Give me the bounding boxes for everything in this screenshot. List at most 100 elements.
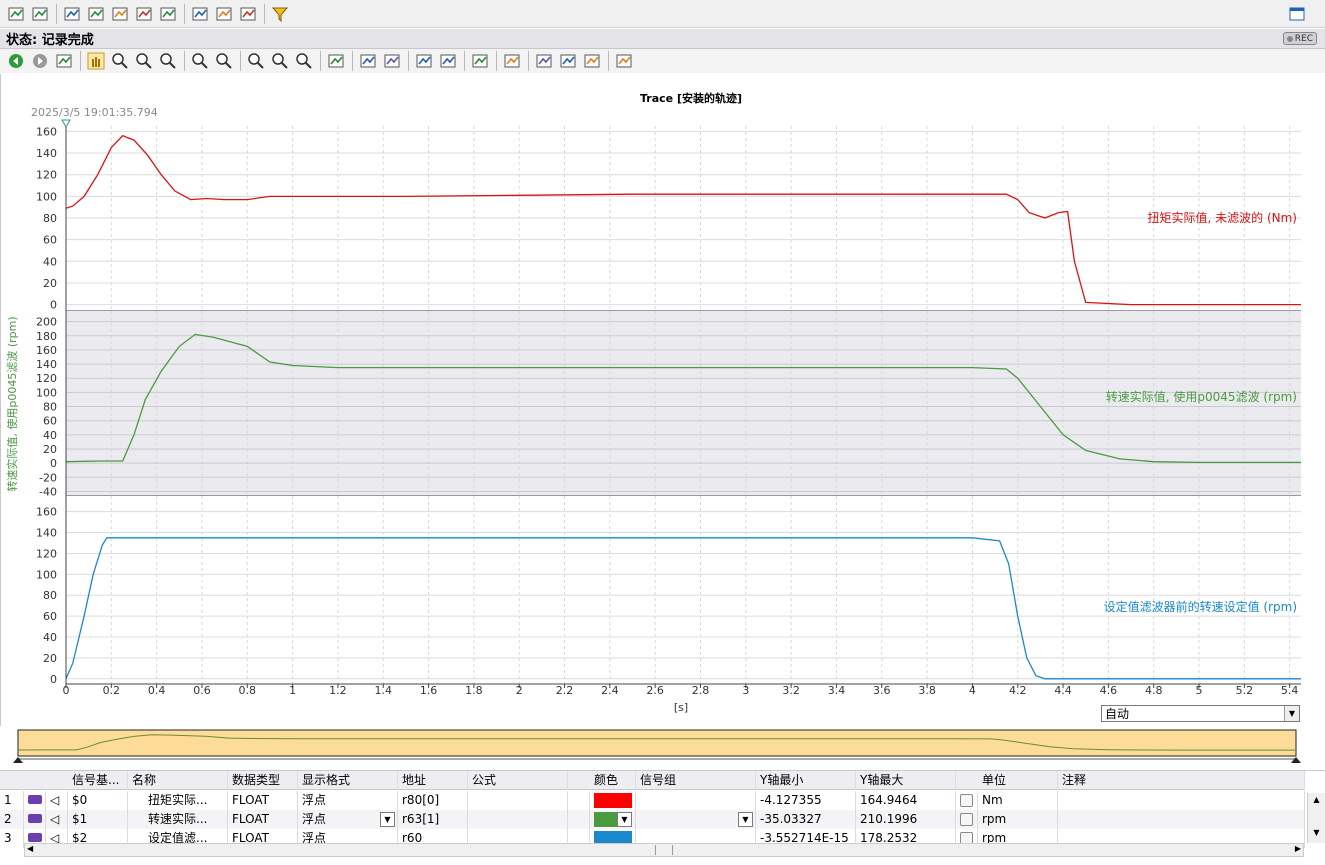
column-header[interactable]: Y轴最小	[756, 771, 856, 790]
zoom-fit-icon[interactable]	[246, 51, 266, 71]
show-trace-icon[interactable]	[62, 4, 82, 24]
address[interactable]: r80[0]	[398, 791, 468, 810]
color-swatch[interactable]	[590, 791, 636, 810]
scroll-up-icon[interactable]: ▲	[1310, 795, 1323, 808]
export-trace-icon[interactable]	[30, 4, 50, 24]
history-icon[interactable]	[54, 51, 74, 71]
measure-cursor-icon[interactable]	[382, 51, 402, 71]
trigger-marker[interactable]	[61, 119, 71, 129]
group-dropdown-icon[interactable]: ▼	[738, 812, 753, 827]
zoom-vertical-icon[interactable]	[158, 51, 178, 71]
y-fit-checkbox[interactable]	[956, 810, 978, 829]
save-measurement-icon[interactable]	[110, 4, 130, 24]
formula-edit[interactable]	[568, 791, 590, 810]
comment[interactable]	[1058, 791, 1305, 810]
align-left-icon[interactable]	[558, 51, 578, 71]
speaker-icon[interactable]: ◁	[46, 791, 68, 810]
column-header[interactable]: 颜色	[590, 771, 636, 790]
column-header[interactable]: 注释	[1058, 771, 1305, 790]
row-index[interactable]: 2	[0, 810, 24, 829]
scroll-left-icon[interactable]: ◀	[27, 844, 33, 853]
zoom-y-icon[interactable]	[270, 51, 290, 71]
column-header[interactable]: 公式	[468, 771, 568, 790]
overview-window[interactable]	[17, 729, 1297, 757]
scroll-down-icon[interactable]: ▼	[1310, 828, 1323, 841]
format-dropdown-icon[interactable]: ▼	[380, 812, 395, 827]
formula[interactable]	[468, 810, 568, 829]
unit[interactable]: rpm	[978, 810, 1058, 829]
display-format[interactable]: 浮点	[298, 791, 398, 810]
column-header[interactable]: 地址	[398, 771, 468, 790]
table-vertical-scrollbar[interactable]: ▲ ▼	[1307, 793, 1325, 843]
column-header[interactable]: 名称	[128, 771, 228, 790]
trace-chart-svg[interactable]: 2025/3/5 19:01:35.794Trace [安装的轨迹]020406…	[1, 74, 1325, 726]
chevron-down-icon[interactable]: ▼	[1284, 706, 1299, 721]
table-row[interactable]: 1 ◁ $0 扭矩实际... FLOAT 浮点 r80[0] -4.127355 164.946…	[0, 791, 1305, 810]
formula-edit[interactable]	[568, 810, 590, 829]
signal-icon[interactable]	[24, 791, 46, 810]
back-icon[interactable]	[6, 51, 26, 71]
list-icon[interactable]	[534, 51, 554, 71]
zoom-area-icon[interactable]	[110, 51, 130, 71]
export-data-icon[interactable]	[614, 51, 634, 71]
overview-left-handle[interactable]	[13, 757, 23, 763]
horizontal-cursor-icon[interactable]	[470, 51, 490, 71]
data-type[interactable]: FLOAT	[228, 791, 298, 810]
data-type[interactable]: FLOAT	[228, 810, 298, 829]
record-trace-icon[interactable]	[86, 4, 106, 24]
pan-icon[interactable]	[86, 51, 106, 71]
signal-id[interactable]: $0	[68, 791, 128, 810]
color-dropdown-icon[interactable]: ▼	[617, 812, 632, 827]
time-scale-select[interactable]: 自动 ▼	[1101, 705, 1300, 722]
speaker-icon[interactable]: ◁	[46, 810, 68, 829]
upload-icon[interactable]	[214, 4, 234, 24]
add-measurement-icon[interactable]	[190, 4, 210, 24]
comment[interactable]	[1058, 810, 1305, 829]
delete-measurement-icon[interactable]	[134, 4, 154, 24]
stacked-view-icon[interactable]	[326, 51, 346, 71]
column-header[interactable]: 信号组	[636, 771, 756, 790]
zoom-x-icon[interactable]	[294, 51, 314, 71]
column-header[interactable]: 显示格式	[298, 771, 398, 790]
column-header[interactable]: Y轴最大	[856, 771, 956, 790]
align-right-icon[interactable]	[582, 51, 602, 71]
column-header[interactable]: 信号基...	[68, 771, 128, 790]
scroll-thumb[interactable]	[655, 845, 673, 855]
vertical-cursor-icon[interactable]	[438, 51, 458, 71]
signal-id[interactable]: $1	[68, 810, 128, 829]
overview-right-handle[interactable]	[1291, 757, 1301, 763]
window-layout-icon[interactable]	[1287, 4, 1307, 24]
filter-icon[interactable]	[270, 4, 290, 24]
row-index[interactable]: 1	[0, 791, 24, 810]
row-index[interactable]: 3	[0, 829, 24, 848]
y-axis-min[interactable]: -35.03327	[756, 810, 856, 829]
fit-signals-icon[interactable]	[502, 51, 522, 71]
signal-icon[interactable]	[24, 810, 46, 829]
signal-group[interactable]	[636, 791, 756, 810]
import-trace-icon[interactable]	[6, 4, 26, 24]
unit[interactable]: Nm	[978, 791, 1058, 810]
table-row[interactable]: 2 ◁ $1 转速实际... FLOAT 浮点 r63[1] -35.03327 210.199…	[0, 810, 1305, 829]
diagonal-cursor-icon[interactable]	[414, 51, 434, 71]
forward-icon[interactable]	[30, 51, 50, 71]
scroll-right-icon[interactable]: ▶	[1295, 844, 1301, 853]
time-to-trigger-icon[interactable]	[358, 51, 378, 71]
trace-chart[interactable]: 2025/3/5 19:01:35.794 Trace [安装的轨迹] 0 20 40 6…	[0, 74, 1325, 726]
column-header[interactable]: 数据类型	[228, 771, 298, 790]
signal-name[interactable]: 扭矩实际...	[128, 791, 228, 810]
y-fit-checkbox[interactable]	[956, 791, 978, 810]
column-header[interactable]: 单位	[978, 771, 1058, 790]
y-axis-max[interactable]: 164.9464	[856, 791, 956, 810]
signal-name[interactable]: 转速实际...	[128, 810, 228, 829]
formula[interactable]	[468, 791, 568, 810]
zoom-in-icon[interactable]	[190, 51, 210, 71]
download-icon[interactable]	[238, 4, 258, 24]
zoom-horizontal-icon[interactable]	[134, 51, 154, 71]
address[interactable]: r63[1]	[398, 810, 468, 829]
zoom-out-icon[interactable]	[214, 51, 234, 71]
overview-strip[interactable]	[0, 728, 1325, 764]
table-horizontal-scrollbar[interactable]: ◀ ▶	[24, 843, 1304, 857]
y-axis-min[interactable]: -4.127355	[756, 791, 856, 810]
y-axis-max[interactable]: 210.1996	[856, 810, 956, 829]
refresh-icon[interactable]	[158, 4, 178, 24]
